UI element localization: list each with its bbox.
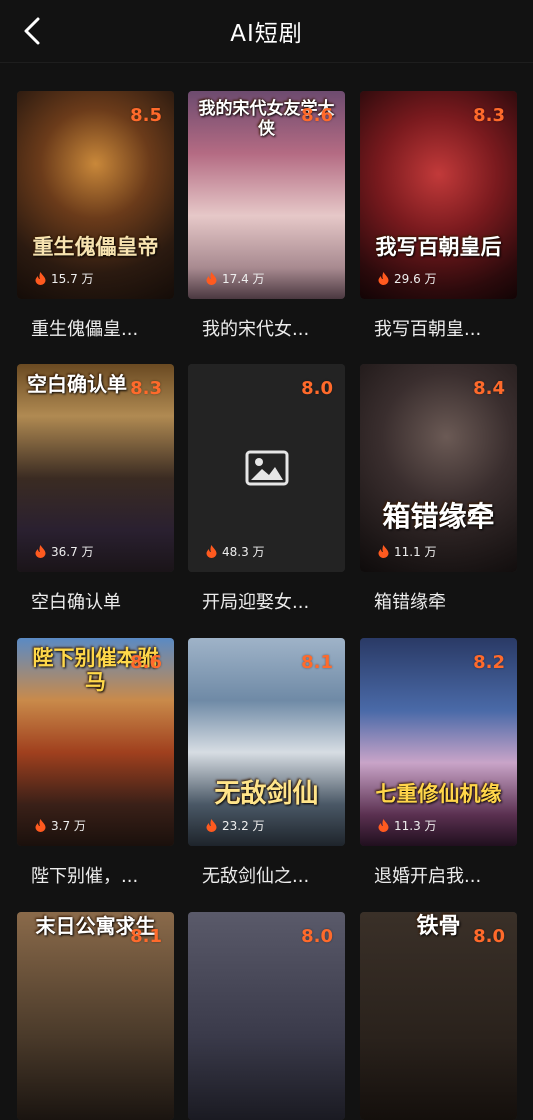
- view-count-text: 36.7 万: [51, 545, 94, 559]
- drama-poster[interactable]: 七重修仙机缘 8.2 11.3 万: [360, 638, 517, 846]
- poster-title-text: 重生傀儡皇帝: [32, 234, 159, 259]
- drama-title: 陛下别催，...: [31, 866, 139, 887]
- drama-title: 开局迎娶女...: [202, 592, 310, 613]
- drama-card[interactable]: 七重修仙机缘 8.2 11.3 万 退婚开启我...: [360, 638, 517, 888]
- drama-title: 空白确认单: [31, 592, 121, 613]
- rating-score: 8.3: [473, 105, 505, 126]
- drama-card[interactable]: 末日公寓求生 8.1: [17, 912, 174, 1120]
- drama-poster[interactable]: 陛下别催本驸马 8.6 3.7 万: [17, 638, 174, 846]
- drama-poster[interactable]: 无敌剑仙 8.1 23.2 万: [188, 638, 345, 846]
- drama-title: 重生傀儡皇...: [31, 319, 139, 340]
- rating-score: 8.0: [473, 926, 505, 947]
- view-count: 15.7 万: [35, 270, 94, 287]
- view-count: 23.2 万: [206, 817, 265, 834]
- drama-grid: 重生傀儡皇帝 8.5 15.7 万 重生傀儡皇... 我的宋代女友学大侠 8.6…: [0, 0, 533, 1120]
- drama-card[interactable]: 无敌剑仙 8.1 23.2 万 无敌剑仙之...: [188, 638, 345, 888]
- drama-title: 我的宋代女...: [202, 319, 310, 340]
- fire-icon: [35, 272, 46, 285]
- view-count: 48.3 万: [206, 543, 265, 560]
- drama-poster[interactable]: 8.0 48.3 万: [188, 364, 345, 572]
- fire-icon: [35, 545, 46, 558]
- rating-score: 8.1: [301, 652, 333, 673]
- drama-poster[interactable]: 铁骨 8.0: [360, 912, 517, 1120]
- fire-icon: [35, 819, 46, 832]
- poster-title-text: 我写百朝皇后: [375, 234, 502, 259]
- rating-score: 8.5: [130, 105, 162, 126]
- drama-poster[interactable]: 我写百朝皇后 8.3 29.6 万: [360, 91, 517, 299]
- view-count-text: 29.6 万: [394, 272, 437, 286]
- poster-title-text: 无敌剑仙: [214, 779, 319, 809]
- drama-card[interactable]: 8.0: [188, 912, 345, 1120]
- rating-score: 8.0: [301, 926, 333, 947]
- drama-title: 无敌剑仙之...: [202, 866, 310, 887]
- fire-icon: [206, 819, 217, 832]
- view-count-text: 15.7 万: [51, 272, 94, 286]
- view-count: 17.4 万: [206, 270, 265, 287]
- poster-title-text: 七重修仙机缘: [375, 781, 502, 806]
- view-count-text: 11.1 万: [394, 545, 437, 559]
- drama-card[interactable]: 重生傀儡皇帝 8.5 15.7 万 重生傀儡皇...: [17, 91, 174, 341]
- drama-card[interactable]: 铁骨 8.0: [360, 912, 517, 1120]
- view-count: 11.1 万: [378, 543, 437, 560]
- rating-score: 8.4: [473, 378, 505, 399]
- view-count-text: 48.3 万: [222, 545, 265, 559]
- rating-score: 8.0: [301, 378, 333, 399]
- rating-score: 8.1: [130, 926, 162, 947]
- drama-poster[interactable]: 8.0: [188, 912, 345, 1120]
- drama-card[interactable]: 陛下别催本驸马 8.6 3.7 万 陛下别催，...: [17, 638, 174, 888]
- drama-title: 退婚开启我...: [374, 866, 482, 887]
- drama-poster[interactable]: 空白确认单 8.3 36.7 万: [17, 364, 174, 572]
- rating-score: 8.6: [301, 105, 333, 126]
- rating-score: 8.6: [130, 652, 162, 673]
- drama-poster[interactable]: 箱错缘牵 8.4 11.1 万: [360, 364, 517, 572]
- view-count-text: 11.3 万: [394, 819, 437, 833]
- rating-score: 8.2: [473, 652, 505, 673]
- fire-icon: [378, 545, 389, 558]
- drama-poster[interactable]: 重生傀儡皇帝 8.5 15.7 万: [17, 91, 174, 299]
- drama-card[interactable]: 我写百朝皇后 8.3 29.6 万 我写百朝皇...: [360, 91, 517, 341]
- drama-title: 箱错缘牵: [374, 592, 446, 613]
- drama-card[interactable]: 8.0 48.3 万 开局迎娶女...: [188, 364, 345, 614]
- image-placeholder-icon: [245, 450, 288, 486]
- view-count: 11.3 万: [378, 817, 437, 834]
- fire-icon: [206, 272, 217, 285]
- rating-score: 8.3: [130, 378, 162, 399]
- drama-card[interactable]: 箱错缘牵 8.4 11.1 万 箱错缘牵: [360, 364, 517, 614]
- drama-title: 我写百朝皇...: [374, 319, 482, 340]
- poster-title-text: 箱错缘牵: [382, 500, 495, 533]
- fire-icon: [378, 272, 389, 285]
- drama-poster[interactable]: 我的宋代女友学大侠 8.6 17.4 万: [188, 91, 345, 299]
- fire-icon: [206, 545, 217, 558]
- view-count-text: 3.7 万: [51, 819, 86, 833]
- view-count: 3.7 万: [35, 817, 86, 834]
- fire-icon: [378, 819, 389, 832]
- view-count-text: 17.4 万: [222, 272, 265, 286]
- view-count-text: 23.2 万: [222, 819, 265, 833]
- drama-card[interactable]: 空白确认单 8.3 36.7 万 空白确认单: [17, 364, 174, 614]
- view-count: 29.6 万: [378, 270, 437, 287]
- view-count: 36.7 万: [35, 543, 94, 560]
- drama-poster[interactable]: 末日公寓求生 8.1: [17, 912, 174, 1120]
- drama-card[interactable]: 我的宋代女友学大侠 8.6 17.4 万 我的宋代女...: [188, 91, 345, 341]
